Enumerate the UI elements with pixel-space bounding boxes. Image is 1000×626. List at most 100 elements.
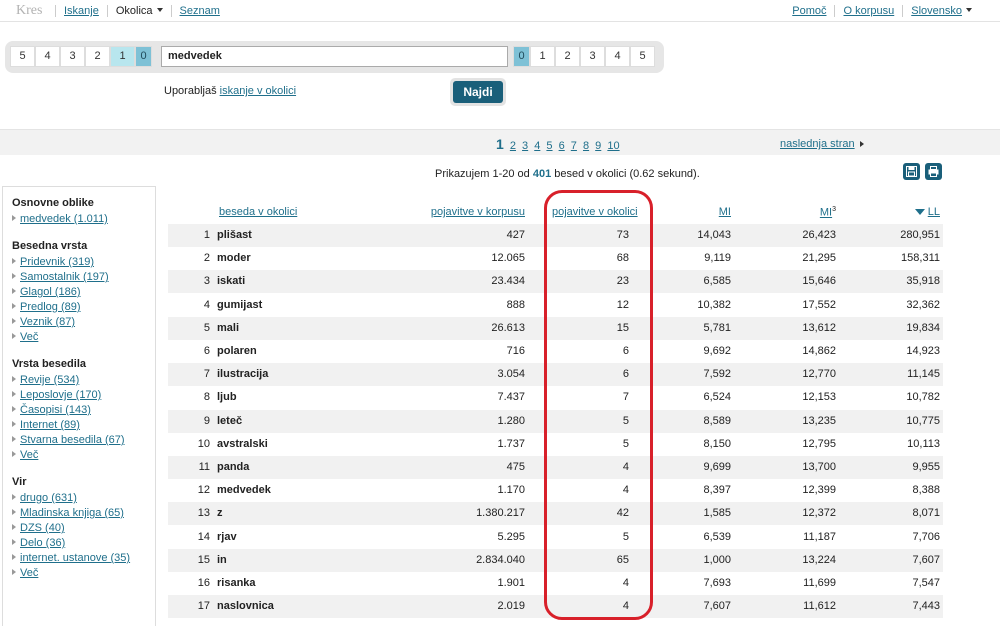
- row-ll: 35,918: [906, 275, 940, 288]
- page-link[interactable]: 5: [546, 140, 552, 152]
- row-corpus-count: 5.295: [497, 530, 525, 543]
- print-button[interactable]: [925, 163, 942, 180]
- row-corpus-count: 2.019: [497, 600, 525, 613]
- sort-by-ll[interactable]: LL: [914, 206, 940, 218]
- filter-item[interactable]: Samostalnik (197): [12, 271, 155, 283]
- page-current: 1: [496, 136, 504, 152]
- najdi-button[interactable]: Najdi: [453, 81, 503, 103]
- sort-by-word[interactable]: beseda v okolici: [219, 206, 297, 218]
- right-window-3[interactable]: 3: [580, 46, 605, 67]
- row-word[interactable]: medvedek: [217, 479, 271, 502]
- filter-item[interactable]: Časopisi (143): [12, 404, 155, 416]
- row-word[interactable]: risanka: [217, 572, 256, 595]
- sort-by-corpus-frequency[interactable]: pojavitve v korpusu: [431, 206, 525, 218]
- page-link[interactable]: 9: [595, 140, 601, 152]
- sort-by-context-frequency[interactable]: pojavitve v okolici: [552, 206, 638, 218]
- row-mi3: 17,552: [802, 298, 836, 311]
- next-page-label: naslednja stran: [780, 138, 855, 150]
- table-row: 15 in 2.834.040 65 1,000 13,224 7,607: [168, 548, 943, 572]
- row-ll: 9,955: [912, 461, 940, 473]
- language-dropdown[interactable]: Slovensko: [902, 5, 980, 17]
- row-word[interactable]: naslovnica: [217, 595, 274, 618]
- row-word[interactable]: polaren: [217, 340, 257, 363]
- nav-iskanje[interactable]: Iskanje: [55, 5, 107, 17]
- filter-item[interactable]: Internet (89): [12, 419, 155, 431]
- left-window-1[interactable]: 1: [110, 46, 135, 67]
- row-word[interactable]: z: [217, 502, 223, 525]
- page-link[interactable]: 7: [571, 140, 577, 152]
- row-mi3: 13,700: [802, 461, 836, 473]
- filter-more[interactable]: Več: [12, 567, 155, 579]
- row-mi: 6,585: [703, 275, 731, 288]
- filter-item[interactable]: Pridevnik (319): [12, 256, 155, 268]
- page-link[interactable]: 6: [559, 140, 565, 152]
- sort-by-mi[interactable]: MI: [719, 206, 731, 218]
- right-window-0[interactable]: 0: [513, 46, 530, 67]
- filter-item[interactable]: Revije (534): [12, 374, 155, 386]
- row-word[interactable]: panda: [217, 456, 249, 479]
- row-word[interactable]: mali: [217, 317, 239, 340]
- row-word[interactable]: leteč: [217, 410, 242, 433]
- row-context-count: 68: [616, 252, 629, 265]
- page-link[interactable]: 2: [510, 140, 516, 152]
- nav-seznam[interactable]: Seznam: [170, 5, 228, 17]
- row-word[interactable]: iskati: [217, 270, 245, 293]
- left-window-4[interactable]: 4: [35, 46, 60, 67]
- row-word[interactable]: avstralski: [217, 433, 268, 456]
- bullet-arrow-icon: [12, 376, 16, 382]
- filter-item[interactable]: Leposlovje (170): [12, 389, 155, 401]
- row-word[interactable]: moder: [217, 247, 251, 270]
- filter-more[interactable]: Več: [12, 331, 155, 343]
- filter-item[interactable]: Predlog (89): [12, 301, 155, 313]
- row-corpus-count: 427: [506, 229, 525, 241]
- row-word[interactable]: ljub: [217, 386, 237, 409]
- right-window-1[interactable]: 1: [530, 46, 555, 67]
- filter-item[interactable]: Delo (36): [12, 537, 155, 549]
- left-window-3[interactable]: 3: [60, 46, 85, 67]
- page-link[interactable]: 3: [522, 140, 528, 152]
- sort-by-mi3[interactable]: MI3: [820, 206, 836, 219]
- row-word[interactable]: rjav: [217, 526, 237, 549]
- right-window-4[interactable]: 4: [605, 46, 630, 67]
- right-window-5[interactable]: 5: [630, 46, 655, 67]
- nav-pomoc[interactable]: Pomoč: [784, 5, 834, 17]
- filter-item[interactable]: medvedek (1.011): [12, 213, 155, 225]
- row-rank: 2: [203, 252, 210, 265]
- bullet-arrow-icon: [12, 258, 16, 264]
- row-corpus-count: 23.434: [491, 275, 525, 288]
- filter-item[interactable]: internet. ustanove (35): [12, 552, 155, 564]
- left-window-2[interactable]: 2: [85, 46, 110, 67]
- row-word[interactable]: plišast: [217, 224, 252, 247]
- filter-item[interactable]: Veznik (87): [12, 316, 155, 328]
- top-navigation-bar: Kres Iskanje Okolica Seznam Pomoč O korp…: [0, 0, 1000, 22]
- filter-more[interactable]: Več: [12, 449, 155, 461]
- row-ll: 10,113: [907, 437, 940, 450]
- search-input[interactable]: medvedek: [161, 46, 508, 67]
- left-window-5[interactable]: 5: [10, 46, 35, 67]
- row-rank: 10: [197, 437, 210, 450]
- nav-okolica[interactable]: Okolica: [106, 5, 171, 17]
- left-window-0[interactable]: 0: [135, 46, 152, 67]
- row-word[interactable]: in: [217, 549, 227, 572]
- export-button[interactable]: [903, 163, 920, 180]
- page-link[interactable]: 10: [607, 140, 619, 152]
- search-mode-link[interactable]: iskanje v okolici: [220, 85, 296, 97]
- row-mi3: 11,187: [803, 530, 836, 543]
- row-word[interactable]: ilustracija: [217, 363, 268, 386]
- page-link[interactable]: 4: [534, 140, 540, 152]
- filter-item[interactable]: drugo (631): [12, 492, 155, 504]
- row-mi3: 13,612: [802, 321, 836, 334]
- next-page[interactable]: naslednja stran: [780, 138, 864, 150]
- right-window-2[interactable]: 2: [555, 46, 580, 67]
- page-link[interactable]: 8: [583, 140, 589, 152]
- row-word[interactable]: gumijast: [217, 294, 262, 317]
- table-row: 16 risanka 1.901 4 7,693 11,699 7,547: [168, 572, 943, 595]
- bullet-arrow-icon: [12, 288, 16, 294]
- brand-logo[interactable]: Kres: [16, 3, 42, 19]
- filter-item[interactable]: DZS (40): [12, 522, 155, 534]
- filter-item[interactable]: Glagol (186): [12, 286, 155, 298]
- filter-item[interactable]: Mladinska knjiga (65): [12, 507, 155, 519]
- filter-item[interactable]: Stvarna besedila (67): [12, 434, 155, 446]
- nav-o-korpusu[interactable]: O korpusu: [834, 5, 902, 17]
- row-rank: 7: [203, 368, 210, 381]
